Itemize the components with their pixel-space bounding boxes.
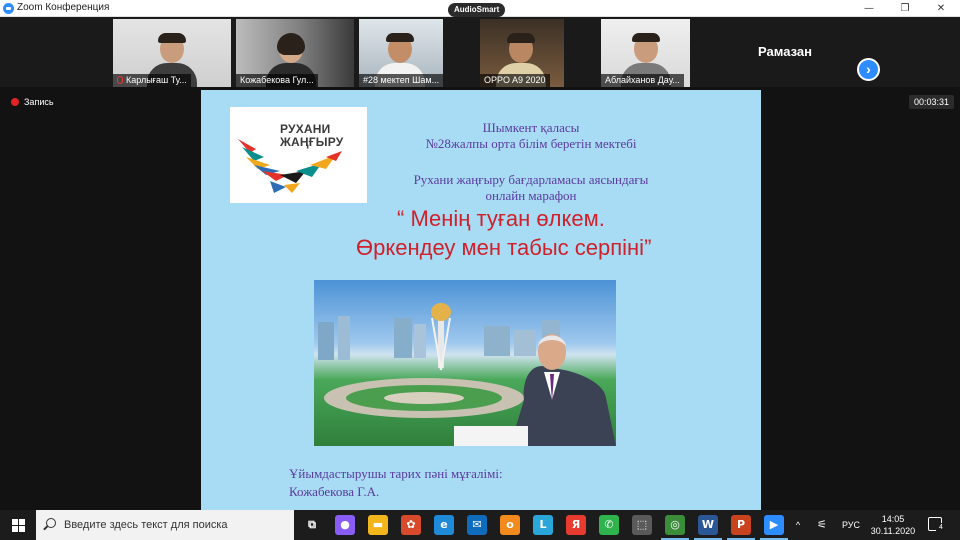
recording-indicator[interactable]: Запись (11, 97, 54, 107)
file-explorer-icon: ▬ (372, 518, 384, 531)
launcher-l-taskbar-icon[interactable]: L (533, 515, 553, 535)
whatsapp-taskbar-icon[interactable]: ✆ (599, 515, 619, 535)
eagle-logo-icon (238, 139, 342, 193)
rukhani-zhangyru-logo: РУХАНИ ЖАҢҒЫРУ (230, 107, 367, 203)
slide-city: Шымкент қаласы (482, 120, 580, 135)
powerpoint-taskbar-icon[interactable]: P (731, 515, 751, 535)
participant-tile[interactable]: #28 мектеп Шам... (359, 19, 443, 87)
participant-tile[interactable]: Аблайханов Дау... (601, 19, 690, 87)
store-taskbar-icon[interactable]: ⬚ (632, 515, 652, 535)
shared-screen-area: Запись 00:03:31 РУХАНИ ЖАҢҒЫРУ Шымкент қ… (0, 87, 960, 510)
slide-organizer-line-2: Кожабекова Г.А. (289, 484, 380, 499)
powerpoint-icon: P (736, 518, 746, 531)
maximize-button[interactable]: ❐ (890, 1, 920, 16)
word-icon: W (701, 518, 715, 531)
alice-taskbar-icon[interactable]: ● (335, 515, 355, 535)
meeting-timer: 00:03:31 (909, 95, 955, 109)
clock-time: 14:05 (881, 514, 905, 524)
slide-organizer-line-1: Ұйымдастырушы тарих пәні мұғалімі: (289, 466, 503, 481)
chrome-icon: ◎ (670, 518, 680, 531)
chrome-taskbar-icon[interactable]: ◎ (665, 515, 685, 535)
participant-name: OPPO A9 2020 (484, 75, 546, 85)
record-dot-icon (11, 98, 19, 106)
alice-icon: ● (340, 518, 350, 531)
participant-name-only-tile[interactable]: Рамазан (730, 37, 840, 67)
participant-name: Кожабекова Гул... (240, 75, 314, 85)
participant-tile-active[interactable]: Кожабекова Гул... (236, 19, 354, 87)
game-taskbar-icon[interactable]: ✿ (401, 515, 421, 535)
slide-school: №28жалпы орта білім беретін мектебі (425, 136, 637, 151)
edge-taskbar-icon[interactable]: e (434, 515, 454, 535)
minimize-button[interactable]: — (854, 1, 884, 16)
taskbar-search-input[interactable] (64, 517, 284, 533)
windows-taskbar: ⧉ ● ▬ ✿ e ✉ o L Я ✆ ⬚ ◎ W P ▶ ^ ⚟ РУС 14:05 30.11.2020… (0, 510, 960, 540)
participant-strip: Карлығаш Ту... Кожабекова Гул... #28 мек… (0, 17, 960, 87)
odnoklassniki-icon: o (506, 518, 514, 531)
start-button[interactable] (0, 510, 36, 540)
search-icon (46, 518, 56, 528)
game-icon: ✿ (406, 518, 416, 531)
muted-mic-icon (117, 76, 123, 84)
zoom-window: Zoom Конференция AudioSmart — ❐ ✕ Карлығ… (0, 0, 960, 540)
whatsapp-icon: ✆ (604, 518, 614, 531)
edge-icon: e (440, 518, 448, 531)
task-view-icon: ⧉ (308, 518, 316, 531)
zoom-taskbar-icon[interactable]: ▶ (764, 515, 784, 535)
participant-name: Карлығаш Ту... (126, 75, 187, 85)
taskbar-clock[interactable]: 14:05 30.11.2020 (866, 513, 920, 537)
clock-date: 30.11.2020 (870, 526, 916, 536)
yandex-icon: Я (571, 518, 581, 531)
store-icon: ⬚ (636, 518, 648, 531)
presentation-slide: РУХАНИ ЖАҢҒЫРУ Шымкент қаласы №28жалпы о… (201, 90, 761, 510)
taskbar-search[interactable] (36, 510, 294, 540)
window-title: Zoom Конференция (17, 2, 110, 13)
mail-taskbar-icon[interactable]: ✉ (467, 515, 487, 535)
zoom-logo-icon (3, 3, 14, 14)
recording-label: Запись (24, 97, 54, 107)
audio-indicator-badge: AudioSmart (448, 3, 506, 17)
participant-tile[interactable]: Карлығаш Ту... (113, 19, 231, 87)
task-view-taskbar-icon[interactable]: ⧉ (302, 515, 322, 535)
slide-photo-astana (314, 280, 616, 446)
language-indicator[interactable]: РУС (838, 510, 864, 540)
network-icon[interactable]: ⚟ (814, 510, 830, 540)
title-bar: Zoom Конференция AudioSmart — ❐ ✕ (0, 0, 960, 17)
notification-count: 4 (936, 523, 946, 533)
slide-title-line-2: Өркендеу мен табыс серпіні” (356, 235, 652, 260)
file-explorer-taskbar-icon[interactable]: ▬ (368, 515, 388, 535)
participant-name: #28 мектеп Шам... (363, 75, 440, 85)
odnoklassniki-taskbar-icon[interactable]: o (500, 515, 520, 535)
slide-title-line-1: “ Менің туған өлкем. (397, 206, 605, 231)
yandex-taskbar-icon[interactable]: Я (566, 515, 586, 535)
zoom-icon: ▶ (769, 518, 779, 531)
word-taskbar-icon[interactable]: W (698, 515, 718, 535)
close-button[interactable]: ✕ (926, 1, 956, 16)
slide-program-line-2: онлайн марафон (485, 188, 577, 203)
next-participants-button[interactable]: › (857, 58, 880, 81)
notification-center-button[interactable]: 4 (928, 517, 946, 533)
participant-name: Аблайханов Дау... (605, 75, 680, 85)
mail-icon: ✉ (472, 518, 482, 531)
slide-program-line-1: Рухани жаңғыру бағдарламасы аясындағы (413, 172, 649, 187)
launcher-l-icon: L (539, 518, 547, 531)
participant-tile[interactable]: OPPO A9 2020 (480, 19, 564, 87)
tray-show-hidden-button[interactable]: ^ (790, 510, 806, 540)
